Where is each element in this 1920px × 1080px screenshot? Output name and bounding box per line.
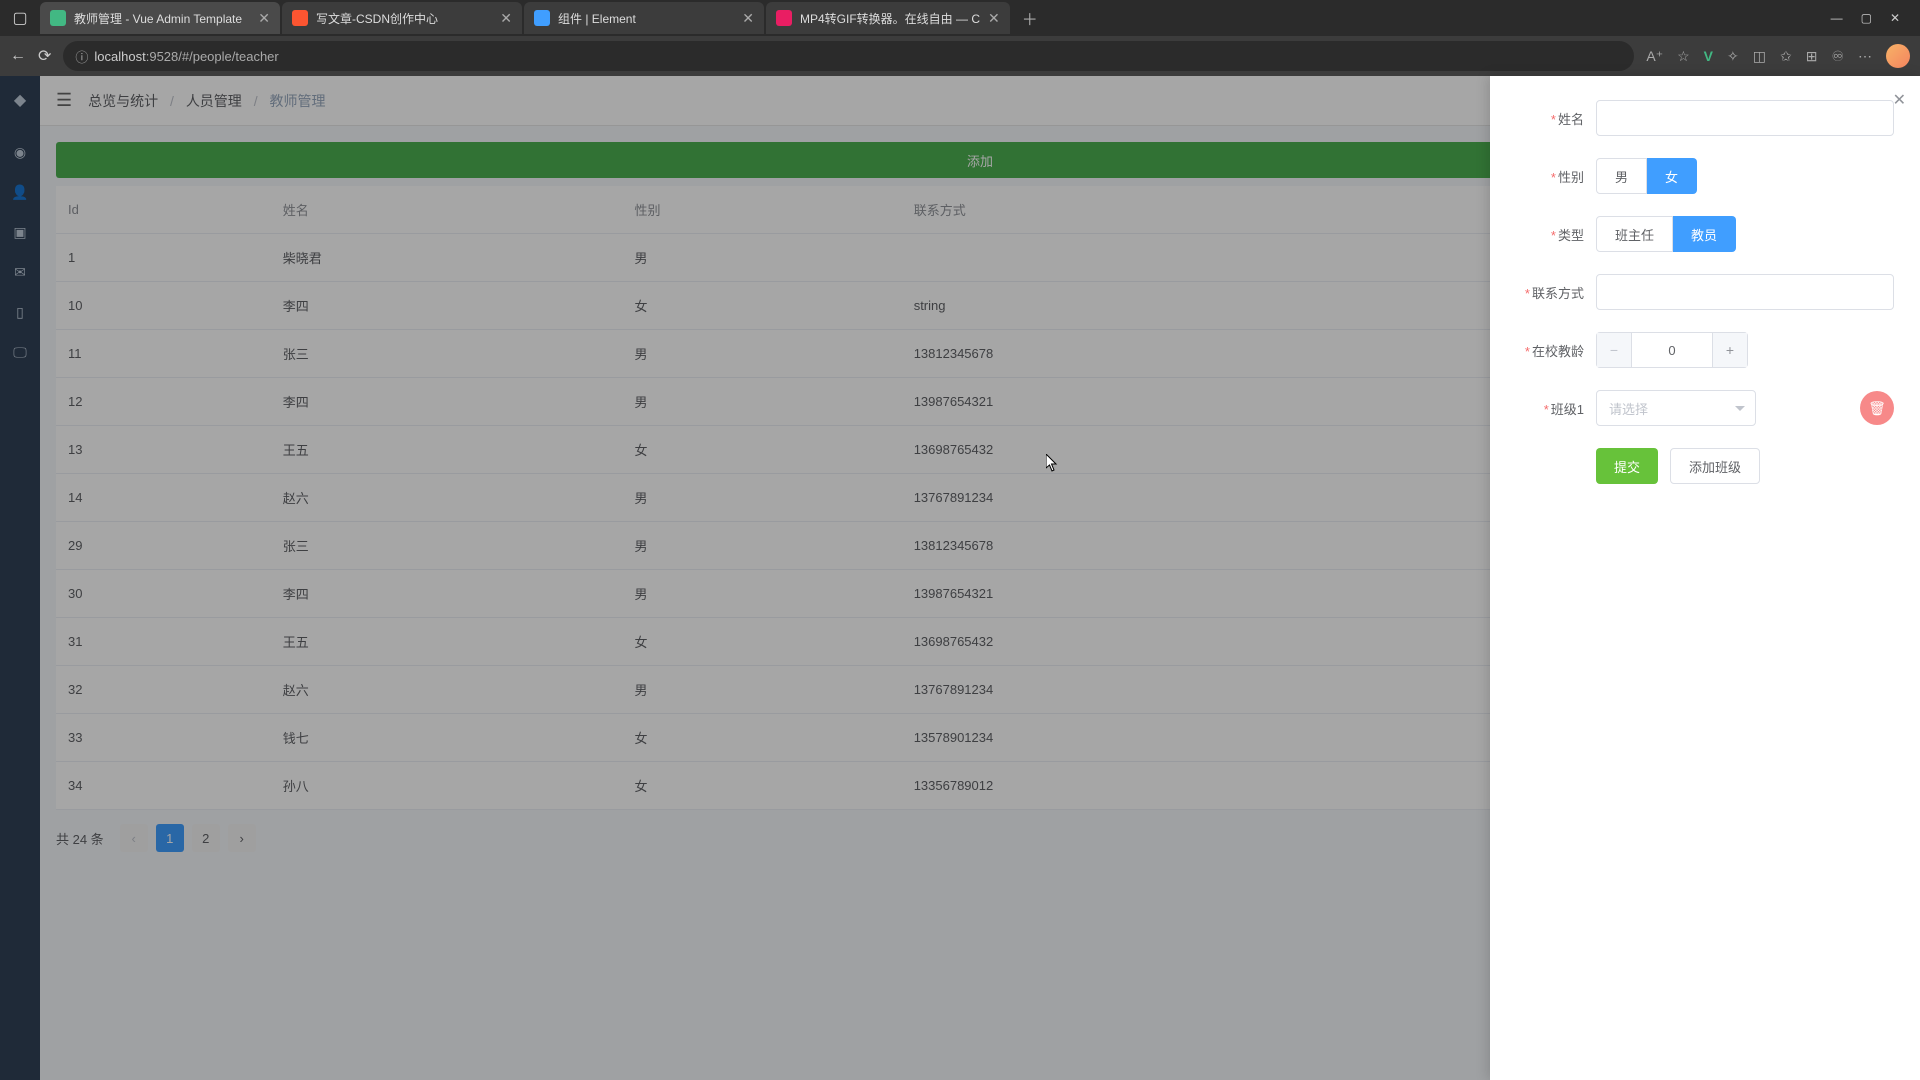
url-input[interactable]: ⓘ localhost:9528/#/people/teacher [63,41,1634,71]
contact-input[interactable] [1596,274,1894,310]
type-option[interactable]: 教员 [1673,216,1736,252]
label-contact: 联系方式 [1532,286,1584,301]
favorite-icon[interactable]: ☆ [1677,48,1690,65]
tab-title: 写文章-CSDN创作中心 [316,10,492,27]
gender-option[interactable]: 男 [1596,158,1647,194]
extension-icon[interactable]: ✧ [1727,48,1739,65]
window-close-icon[interactable]: ✕ [1890,11,1900,25]
nav-refresh-icon[interactable]: ⟳ [38,46,51,66]
drawer-close-icon[interactable]: ✕ [1893,90,1906,110]
browser-tab-bar: ▢ 教师管理 - Vue Admin Template✕写文章-CSDN创作中心… [0,0,1920,36]
tab-overview-icon[interactable]: ▢ [8,6,32,30]
new-tab-button[interactable]: ＋ [1012,6,1048,30]
browser-tab[interactable]: 教师管理 - Vue Admin Template ✕ [40,2,280,34]
tab-title: 组件 | Element [558,10,734,27]
delete-class-button[interactable]: 🗑 [1860,391,1894,425]
window-minimize-icon[interactable]: — [1831,11,1843,25]
menu-icon[interactable]: ⋯ [1858,48,1872,65]
label-type: 类型 [1558,228,1584,243]
browser-tab[interactable]: MP4转GIF转换器。在线自由 — C ✕ [766,2,1010,34]
teacher-form-drawer: ✕ *姓名 *性别 男女 *类型 班主任教员 *联系方式 *在校教龄 − + *… [1490,76,1920,1080]
browser-tab[interactable]: 组件 | Element ✕ [524,2,764,34]
gender-option[interactable]: 女 [1647,158,1697,194]
tab-close-icon[interactable]: ✕ [988,10,1000,27]
label-name: 姓名 [1558,112,1584,127]
label-years: 在校教龄 [1532,344,1584,359]
tab-favicon-icon [292,10,308,26]
tab-favicon-icon [534,10,550,26]
profile-avatar[interactable] [1886,44,1910,68]
tab-favicon-icon [50,10,66,26]
type-option[interactable]: 班主任 [1596,216,1673,252]
window-maximize-icon[interactable]: ▢ [1861,11,1872,25]
vue-devtools-icon[interactable]: V [1704,48,1713,64]
url-host: localhost [94,49,145,64]
years-input[interactable] [1632,332,1712,368]
nav-back-icon[interactable]: ← [10,47,26,65]
split-screen-icon[interactable]: ◫ [1753,48,1766,65]
tab-title: 教师管理 - Vue Admin Template [74,10,250,27]
browser-tab[interactable]: 写文章-CSDN创作中心 ✕ [282,2,522,34]
add-class-button[interactable]: 添加班级 [1670,448,1760,484]
tab-close-icon[interactable]: ✕ [742,10,754,27]
class-select[interactable]: 请选择 [1596,390,1756,426]
years-stepper: − + [1596,332,1748,368]
apps-icon[interactable]: ⊞ [1806,48,1818,65]
address-bar: ← ⟳ ⓘ localhost:9528/#/people/teacher A⁺… [0,36,1920,76]
sync-icon[interactable]: ♾ [1831,48,1844,65]
label-gender: 性别 [1558,170,1584,185]
stepper-decrease[interactable]: − [1596,332,1632,368]
tab-close-icon[interactable]: ✕ [258,10,270,27]
tab-favicon-icon [776,10,792,26]
name-input[interactable] [1596,100,1894,136]
info-icon: ⓘ [75,47,88,66]
tab-title: MP4转GIF转换器。在线自由 — C [800,10,980,27]
text-size-icon[interactable]: A⁺ [1646,48,1663,65]
submit-button[interactable]: 提交 [1596,448,1658,484]
tab-close-icon[interactable]: ✕ [500,10,512,27]
stepper-increase[interactable]: + [1712,332,1748,368]
url-path: :9528/#/people/teacher [146,49,279,64]
trash-icon: 🗑 [1868,400,1886,417]
collections-icon[interactable]: ✩ [1780,48,1792,65]
label-class1: 班级1 [1551,402,1584,417]
